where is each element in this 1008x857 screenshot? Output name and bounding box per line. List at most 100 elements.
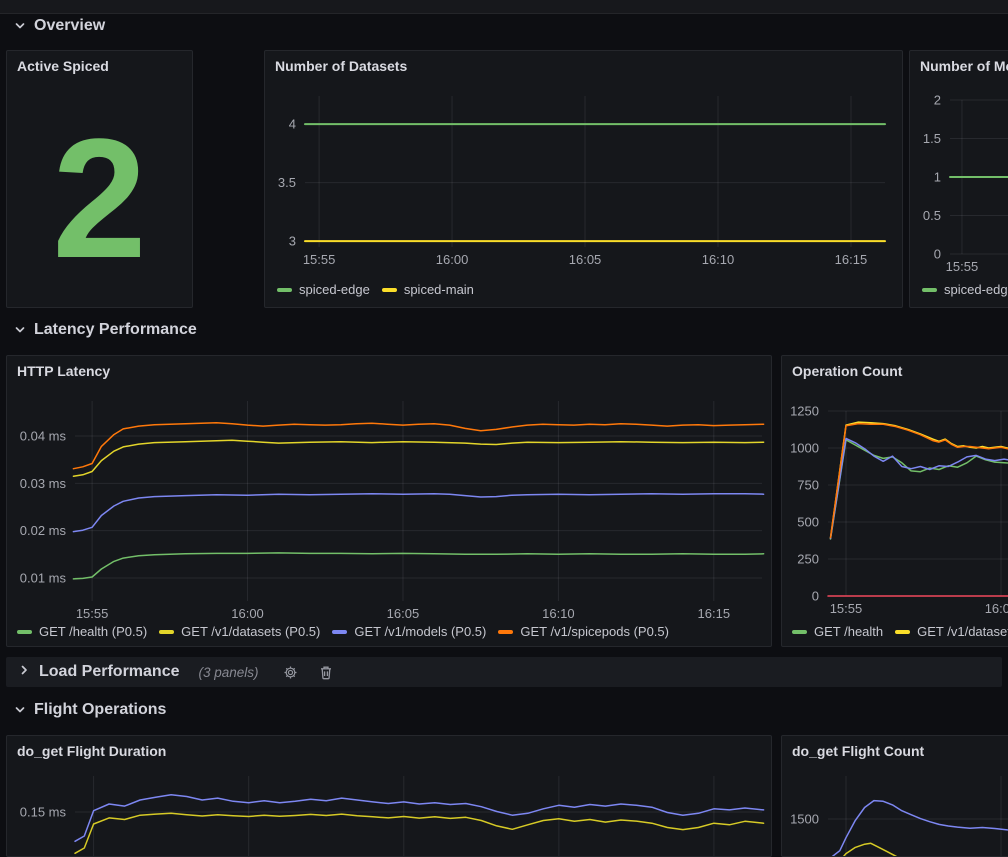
- x-tick-label: 16:15: [835, 252, 868, 267]
- panel-do-get-flight-duration: do_get Flight Duration 0.15 ms: [6, 735, 772, 857]
- y-tick-label: 0.02 ms: [20, 523, 67, 538]
- y-tick-label: 0.04 ms: [20, 429, 67, 444]
- top-toolbar: [0, 0, 1008, 14]
- series-line: [831, 843, 1008, 856]
- number-of-models-legend: spiced-edge: [922, 282, 1008, 297]
- x-tick-label: 15:55: [76, 606, 109, 621]
- number-of-datasets-legend: spiced-edge spiced-main: [277, 282, 474, 297]
- legend-item[interactable]: GET /v1/models (P0.5): [332, 624, 486, 639]
- section-header-latency[interactable]: Latency Performance: [14, 321, 197, 339]
- legend-label: GET /v1/datasets: [917, 624, 1008, 639]
- panel-count-label: (3 panels): [198, 665, 258, 680]
- legend-swatch: [895, 630, 910, 634]
- legend-item[interactable]: GET /health (P0.5): [17, 624, 147, 639]
- panel-operation-count: Operation Count 15:55 16:00 0 250 500 750 1000…: [781, 355, 1008, 647]
- section-header-load-performance[interactable]: Load Performance (3 panels): [6, 657, 1002, 687]
- panel-title[interactable]: Number of Models: [920, 58, 1008, 74]
- y-tick-label: 750: [797, 478, 819, 493]
- legend-item[interactable]: spiced-edge: [277, 282, 370, 297]
- section-header-overview[interactable]: Overview: [14, 17, 105, 35]
- y-tick-label: 0: [934, 247, 941, 262]
- x-tick-label: 15:55: [946, 259, 979, 274]
- legend-label: GET /v1/spicepods (P0.5): [520, 624, 669, 639]
- x-tick-label: 16:15: [698, 606, 731, 621]
- x-tick-label: 15:55: [830, 601, 863, 616]
- y-tick-label: 4: [289, 117, 296, 132]
- x-tick-label: 16:05: [569, 252, 602, 267]
- panel-title[interactable]: do_get Flight Count: [792, 743, 924, 759]
- y-tick-label: 1000: [790, 441, 819, 456]
- series-line: [73, 440, 763, 476]
- x-tick-label: 16:05: [387, 606, 420, 621]
- x-tick-label: 16:10: [702, 252, 735, 267]
- legend-item[interactable]: spiced-edge: [922, 282, 1008, 297]
- section-title: Overview: [34, 17, 105, 35]
- y-tick-label: 3.5: [278, 175, 296, 190]
- http-latency-legend: GET /health (P0.5) GET /v1/datasets (P0.5…: [17, 624, 669, 639]
- section-title: Latency Performance: [34, 321, 197, 339]
- chevron-right-icon: [18, 663, 30, 681]
- y-tick-label: 500: [797, 515, 819, 530]
- series-line: [73, 423, 763, 469]
- panel-title[interactable]: HTTP Latency: [17, 363, 110, 379]
- legend-swatch: [382, 288, 397, 292]
- y-tick-label: 1: [934, 170, 941, 185]
- section-title: Flight Operations: [34, 701, 166, 719]
- y-tick-label: 0: [812, 589, 819, 604]
- section-header-flight[interactable]: Flight Operations: [14, 701, 166, 719]
- operation-count-chart[interactable]: 15:5516:00025050075010001250: [782, 356, 1008, 646]
- legend-swatch: [277, 288, 292, 292]
- y-tick-label: 0.01 ms: [20, 570, 67, 585]
- trash-icon[interactable]: [319, 665, 333, 680]
- legend-label: spiced-edge: [944, 282, 1008, 297]
- section-title: Load Performance: [39, 663, 179, 681]
- operation-count-legend: GET /health GET /v1/datasets: [792, 624, 1008, 639]
- chevron-down-icon: [14, 20, 26, 32]
- legend-label: GET /health: [814, 624, 883, 639]
- legend-swatch: [922, 288, 937, 292]
- series-line: [831, 438, 1008, 538]
- number-of-models-svg: 15:5500.511.52: [910, 51, 1008, 307]
- legend-swatch: [17, 630, 32, 634]
- gear-icon[interactable]: [283, 665, 298, 680]
- legend-swatch: [332, 630, 347, 634]
- series-line: [73, 494, 763, 532]
- number-of-datasets-svg: 15:55 16:00 16:05 16:10 16:15 3 3.5 4: [265, 51, 902, 307]
- panel-title[interactable]: Number of Datasets: [275, 58, 407, 74]
- legend-item[interactable]: GET /health: [792, 624, 883, 639]
- y-tick-label: 1500: [790, 811, 819, 826]
- panel-do-get-flight-count: do_get Flight Count 1500: [781, 735, 1008, 857]
- legend-label: spiced-edge: [299, 282, 370, 297]
- operation-count-svg: 15:5516:00025050075010001250: [782, 356, 1008, 646]
- series-line: [831, 422, 1008, 538]
- y-tick-label: 250: [797, 552, 819, 567]
- legend-item[interactable]: GET /v1/spicepods (P0.5): [498, 624, 669, 639]
- legend-label: GET /health (P0.5): [39, 624, 147, 639]
- series-line: [75, 813, 764, 853]
- legend-label: GET /v1/datasets (P0.5): [181, 624, 320, 639]
- series-line: [831, 801, 1008, 856]
- x-tick-label: 16:00: [436, 252, 469, 267]
- number-of-datasets-chart[interactable]: 15:55 16:00 16:05 16:10 16:15 3 3.5 4: [265, 51, 902, 307]
- panel-number-of-models: Number of Models 15:5500.511.52 spiced-e…: [909, 50, 1008, 308]
- y-tick-label: 2: [934, 93, 941, 108]
- legend-swatch: [792, 630, 807, 634]
- panel-title[interactable]: do_get Flight Duration: [17, 743, 166, 759]
- http-latency-svg: 15:5516:0016:0516:1016:150.01 ms0.02 ms0…: [7, 356, 771, 646]
- legend-item[interactable]: GET /v1/datasets: [895, 624, 1008, 639]
- panel-number-of-datasets: Number of Datasets 15:5516:0016:0516:101…: [264, 50, 903, 308]
- chevron-down-icon: [14, 324, 26, 336]
- panel-title[interactable]: Operation Count: [792, 363, 902, 379]
- legend-item[interactable]: spiced-main: [382, 282, 474, 297]
- y-tick-label: 0.03 ms: [20, 476, 67, 491]
- http-latency-chart[interactable]: 15:5516:0016:0516:1016:150.01 ms0.02 ms0…: [7, 356, 771, 646]
- x-tick-label: 16:00: [985, 601, 1008, 616]
- y-tick-label: 3: [289, 234, 296, 249]
- number-of-models-chart[interactable]: 15:5500.511.52: [910, 51, 1008, 307]
- y-tick-label: 0.5: [923, 208, 941, 223]
- legend-item[interactable]: GET /v1/datasets (P0.5): [159, 624, 320, 639]
- x-tick-label: 15:55: [303, 252, 336, 267]
- panel-title[interactable]: Active Spiced: [17, 58, 109, 74]
- series-line: [73, 553, 763, 579]
- series-line: [831, 440, 1008, 539]
